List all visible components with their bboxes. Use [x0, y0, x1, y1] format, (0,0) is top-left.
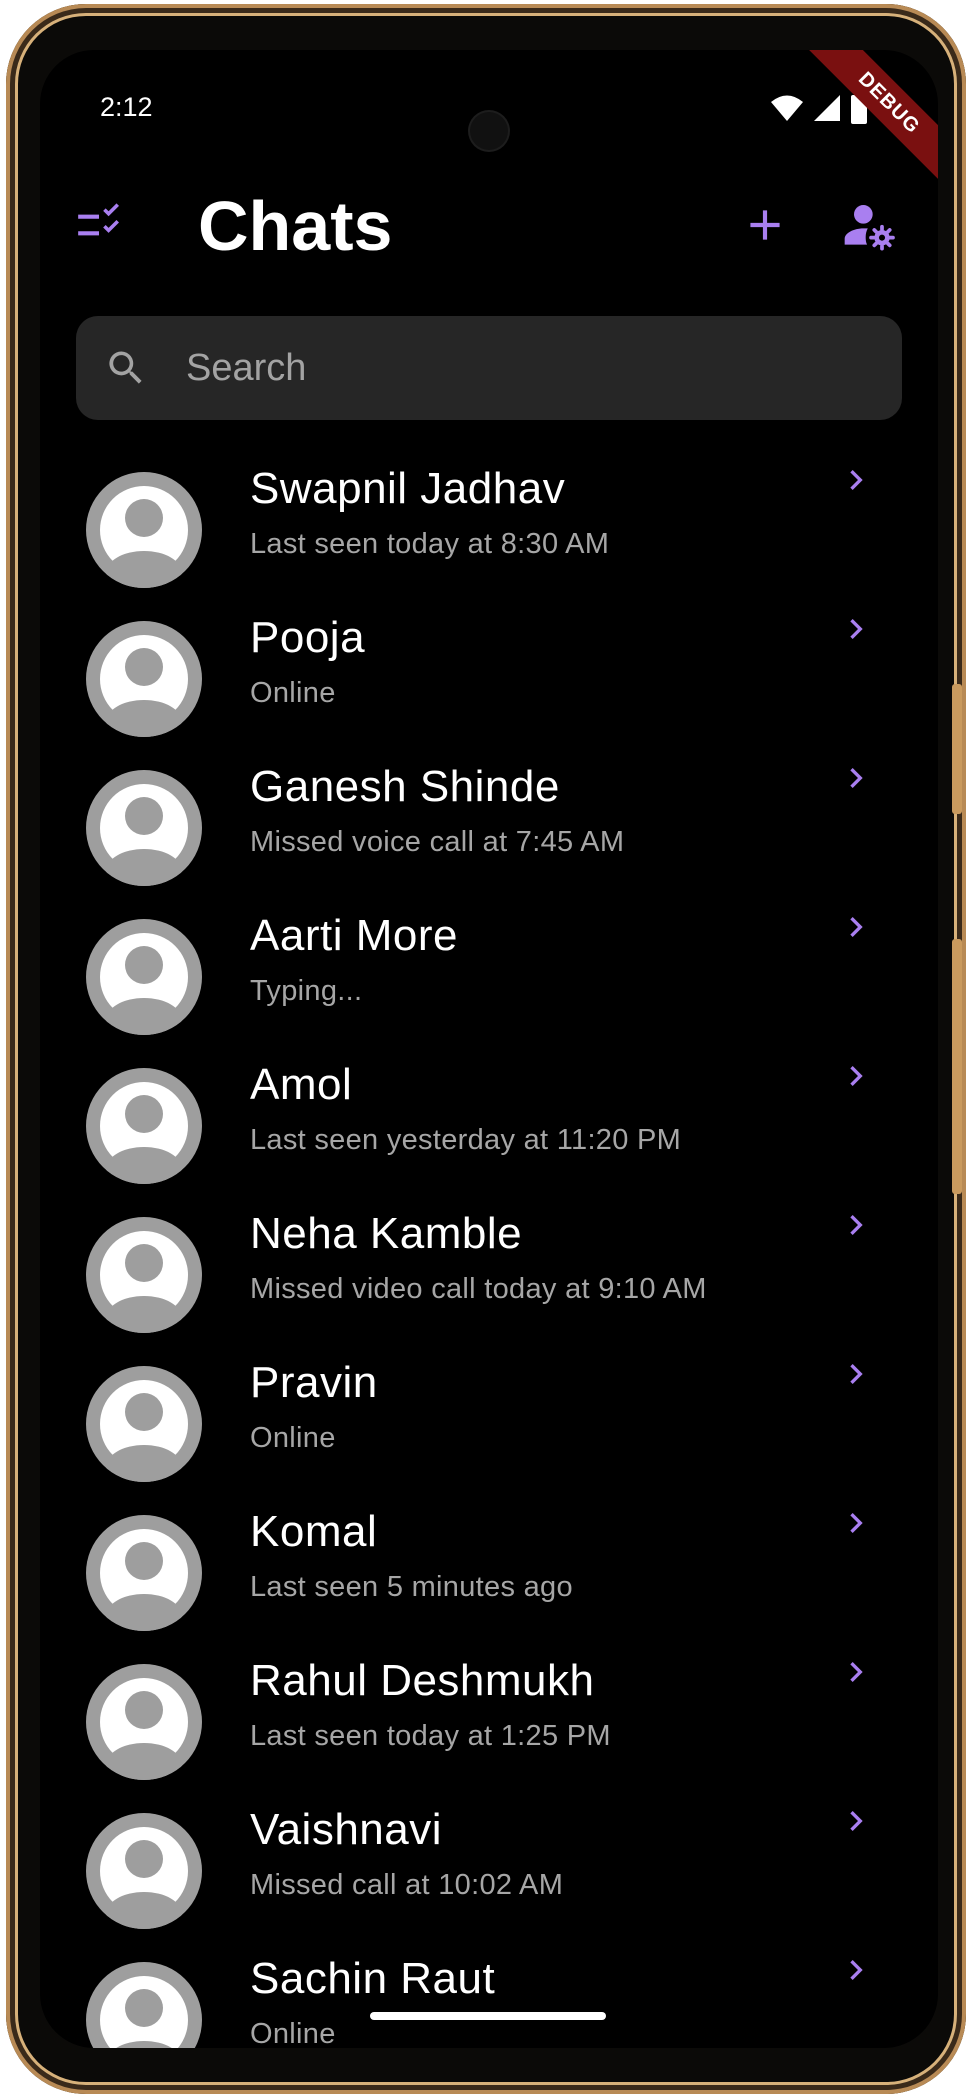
- chat-status: Missed call at 10:02 AM: [250, 1869, 564, 1901]
- chat-name: Pooja: [250, 613, 366, 662]
- search-input[interactable]: [186, 316, 866, 420]
- chat-list-item[interactable]: Swapnil Jadhav Last seen today at 8:30 A…: [40, 460, 938, 609]
- avatar: [86, 1664, 202, 1780]
- chat-list-item[interactable]: Pravin Online: [40, 1354, 938, 1503]
- chat-name: Pravin: [250, 1358, 378, 1407]
- chat-status: Last seen 5 minutes ago: [250, 1571, 573, 1603]
- chat-status: Last seen yesterday at 11:20 PM: [250, 1124, 682, 1156]
- chat-status: Missed video call today at 9:10 AM: [250, 1273, 707, 1305]
- person-icon: [100, 1827, 188, 1929]
- person-icon: [100, 486, 188, 588]
- person-icon: [100, 635, 188, 737]
- person-icon: [100, 1678, 188, 1780]
- wifi-icon: [771, 95, 803, 121]
- chevron-right-icon: [850, 1960, 863, 1980]
- person-icon: [100, 1082, 188, 1184]
- chat-name: Neha Kamble: [250, 1209, 523, 1258]
- page-title: Chats: [198, 187, 393, 265]
- person-icon: [100, 933, 188, 1035]
- chevron-right-icon: [850, 1215, 863, 1235]
- manage-accounts-icon[interactable]: [840, 198, 896, 254]
- avatar: [86, 1813, 202, 1929]
- status-icons: [770, 90, 868, 126]
- chat-name: Rahul Deshmukh: [250, 1656, 595, 1705]
- chat-list-item[interactable]: Vaishnavi Missed call at 10:02 AM: [40, 1801, 938, 1950]
- chat-status: Typing...: [250, 975, 363, 1007]
- chat-list-item[interactable]: Amol Last seen yesterday at 11:20 PM: [40, 1056, 938, 1205]
- power-button: [952, 939, 962, 1194]
- person-icon: [100, 1231, 188, 1333]
- chevron-right-icon: [850, 619, 863, 639]
- person-icon: [100, 1529, 188, 1631]
- chevron-right-icon: [850, 917, 863, 937]
- avatar: [86, 1515, 202, 1631]
- chat-list-item[interactable]: Aarti More Typing...: [40, 907, 938, 1056]
- chevron-right-icon: [850, 1513, 863, 1533]
- search-bar[interactable]: [76, 316, 902, 420]
- chat-name: Swapnil Jadhav: [250, 464, 566, 513]
- avatar: [86, 1068, 202, 1184]
- avatar: [86, 621, 202, 737]
- chevron-right-icon: [850, 1662, 863, 1682]
- chat-list-item[interactable]: Rahul Deshmukh Last seen today at 1:25 P…: [40, 1652, 938, 1801]
- avatar: [86, 472, 202, 588]
- chat-list-item[interactable]: Sachin Raut Online: [40, 1950, 938, 2048]
- chat-name: Sachin Raut: [250, 1954, 496, 2003]
- chat-list-item[interactable]: Pooja Online: [40, 609, 938, 758]
- chevron-right-icon: [850, 1811, 863, 1831]
- app-bar: Chats: [40, 180, 938, 270]
- chat-name: Amol: [250, 1060, 353, 1109]
- status-time: 2:12: [100, 92, 153, 122]
- chat-status: Online: [250, 677, 336, 709]
- app-screen: 2:12 DEBUG Chats Search Swapnil Jadhav L…: [40, 50, 938, 2048]
- person-icon: [100, 1380, 188, 1482]
- chat-list-item[interactable]: Ganesh Shinde Missed voice call at 7:45 …: [40, 758, 938, 907]
- chat-name: Komal: [250, 1507, 378, 1556]
- chevron-right-icon: [850, 470, 863, 490]
- avatar: [86, 919, 202, 1035]
- checklist-icon[interactable]: [74, 200, 124, 250]
- front-camera: [470, 112, 508, 150]
- status-bar: 2:12: [40, 90, 938, 150]
- chat-status: Missed voice call at 7:45 AM: [250, 826, 625, 858]
- avatar: [86, 1217, 202, 1333]
- chat-list-item[interactable]: Neha Kamble Missed video call today at 9…: [40, 1205, 938, 1354]
- chat-list-item[interactable]: Komal Last seen 5 minutes ago: [40, 1503, 938, 1652]
- chevron-right-icon: [850, 768, 863, 788]
- chevron-right-icon: [850, 1364, 863, 1384]
- avatar: [86, 1962, 202, 2048]
- plus-icon[interactable]: [740, 200, 790, 250]
- search-icon: [109, 351, 142, 384]
- chat-name: Aarti More: [250, 911, 458, 960]
- chat-list: Swapnil Jadhav Last seen today at 8:30 A…: [40, 460, 938, 2048]
- device-frame: 2:12 DEBUG Chats Search Swapnil Jadhav L…: [6, 4, 966, 2094]
- home-indicator[interactable]: [370, 2012, 606, 2020]
- chat-status: Last seen today at 8:30 AM: [250, 528, 610, 560]
- chat-status: Online: [250, 2018, 336, 2048]
- chevron-right-icon: [850, 1066, 863, 1086]
- person-icon: [100, 784, 188, 886]
- volume-button: [952, 684, 962, 814]
- avatar: [86, 770, 202, 886]
- chat-name: Ganesh Shinde: [250, 762, 560, 811]
- avatar: [86, 1366, 202, 1482]
- person-icon: [100, 1976, 188, 2048]
- chat-name: Vaishnavi: [250, 1805, 443, 1854]
- signal-icon: [814, 95, 840, 121]
- chat-status: Last seen today at 1:25 PM: [250, 1720, 611, 1752]
- chat-status: Online: [250, 1422, 336, 1454]
